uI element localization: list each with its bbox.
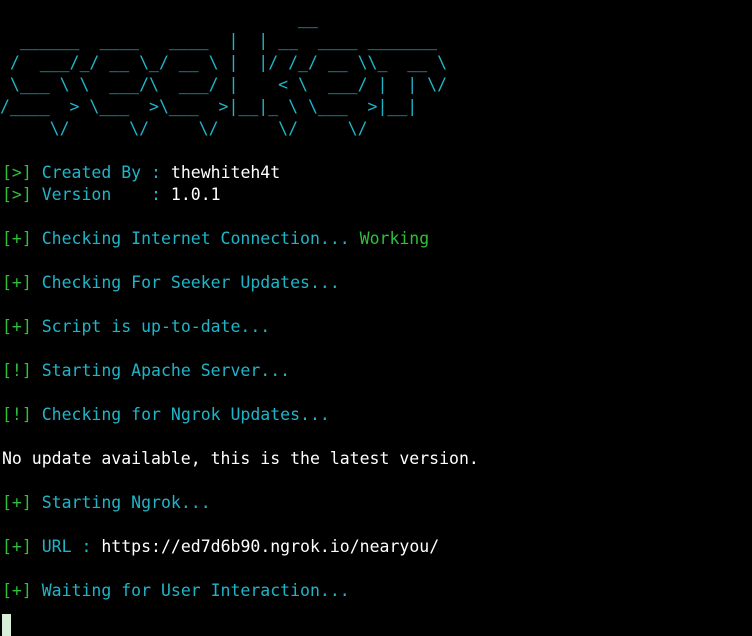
url-line: [+] URL : https://ed7d6b90.ngrok.io/near…: [2, 536, 752, 558]
line-prefix: [+]: [2, 581, 32, 600]
banner-line: /____ > \___ >\___ >|__|_ \ \___ >|__|: [0, 97, 418, 116]
log-message: Waiting for User Interaction...: [41, 581, 350, 600]
line-prefix: [+]: [2, 537, 32, 556]
seeker-updates-line: [+] Checking For Seeker Updates...: [2, 272, 752, 294]
url-label: URL: [41, 537, 72, 556]
created-by-value: thewhiteh4t: [170, 163, 281, 182]
version-value: 1.0.1: [170, 185, 221, 204]
url-value[interactable]: https://ed7d6b90.ngrok.io/nearyou/: [101, 537, 439, 556]
line-prefix: [>]: [2, 163, 32, 182]
log-message: Starting Ngrok...: [41, 493, 211, 512]
banner-line: \___ \ \ ___/\ ___/ | < \ ___/ | | \/: [0, 75, 448, 94]
line-prefix: [+]: [2, 317, 32, 336]
separator: :: [141, 163, 171, 182]
created-by-label: Created By: [41, 163, 142, 182]
apache-line: [!] Starting Apache Server...: [2, 360, 752, 382]
log-message: Script is up-to-date...: [41, 317, 271, 336]
created-by-line: [>] Created By : thewhiteh4t: [2, 162, 752, 184]
separator: :: [71, 537, 102, 556]
line-prefix: [+]: [2, 493, 32, 512]
waiting-line: [+] Waiting for User Interaction...: [2, 580, 752, 602]
banner-line: __: [0, 9, 318, 28]
line-prefix: [+]: [2, 229, 32, 248]
separator: :: [141, 185, 171, 204]
internet-check-line: [+] Checking Internet Connection... Work…: [2, 228, 752, 250]
ngrok-start-line: [+] Starting Ngrok...: [2, 492, 752, 514]
version-line: [>] Version : 1.0.1: [2, 184, 752, 206]
ascii-banner: __ ______ ____ ____ | | __ ____ _______ …: [0, 8, 750, 140]
log-message: Checking for Ngrok Updates...: [41, 405, 330, 424]
log-message: Starting Apache Server...: [41, 361, 291, 380]
no-update-line: No update available, this is the latest …: [2, 449, 479, 468]
terminal-cursor[interactable]: [2, 614, 11, 636]
log-message: Checking Internet Connection...: [41, 229, 350, 248]
ngrok-updates-line: [!] Checking for Ngrok Updates...: [2, 404, 752, 426]
up-to-date-line: [+] Script is up-to-date...: [2, 316, 752, 338]
status-text: Working: [359, 229, 430, 248]
banner-line: / ___/_/ __ \_/ __ \ | |/ /_/ __ \\_ __ …: [0, 53, 448, 72]
terminal-output: __ ______ ____ ____ | | __ ____ _______ …: [0, 8, 752, 602]
line-prefix: [!]: [2, 405, 32, 424]
line-prefix: [+]: [2, 273, 32, 292]
line-prefix: [!]: [2, 361, 32, 380]
banner-line: ______ ____ ____ | | __ ____ _______: [0, 31, 438, 50]
version-label: Version: [41, 185, 142, 204]
line-prefix: [>]: [2, 185, 32, 204]
log-message: Checking For Seeker Updates...: [41, 273, 340, 292]
banner-line: \/ \/ \/ \/ \/: [0, 119, 368, 138]
